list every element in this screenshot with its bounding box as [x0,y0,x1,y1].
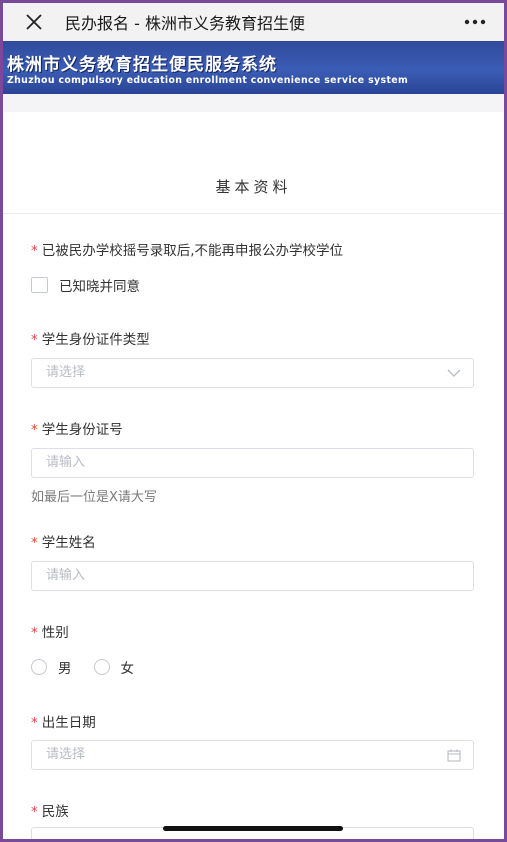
birthdate-picker[interactable]: 请选择 [31,740,474,770]
required-mark: * [31,625,38,641]
id-type-select[interactable]: 请选择 [31,358,474,388]
home-indicator [163,826,343,831]
required-mark: * [31,715,38,731]
name-placeholder: 请输入 [46,568,86,583]
notice-text: 已被民办学校摇号录取后,不能再申报公办学校学位 [41,243,344,259]
banner-gap [3,94,504,112]
more-button[interactable] [446,3,504,41]
id-type-label: * 学生身份证件类型 [31,328,150,348]
top-navbar: 民办报名 - 株洲市义务教育招生便 [3,3,504,41]
required-mark: * [31,535,38,551]
required-mark: * [31,422,38,438]
agree-checkbox-label: 已知晓并同意 [59,279,140,295]
gender-label-text: 性别 [41,625,69,641]
chevron-down-icon [447,369,461,377]
gender-male-label: 男 [58,661,72,677]
ethnicity-label-text: 民族 [41,804,69,820]
gender-label: * 性别 [31,621,69,641]
required-mark: * [31,243,38,259]
gender-radio-group: 男 女 [31,657,156,677]
id-type-placeholder: 请选择 [46,365,86,380]
birthdate-label: * 出生日期 [31,711,96,731]
calendar-icon [447,749,461,762]
name-input[interactable]: 请输入 [31,561,474,591]
agree-checkbox[interactable] [31,277,48,293]
id-number-hint: 如最后一位是X请大写 [31,490,157,505]
gender-female-radio[interactable] [93,659,110,675]
birthdate-placeholder: 请选择 [46,747,86,762]
banner-title-cn: 株洲市义务教育招生便民服务系统 [7,55,277,75]
required-mark: * [31,804,38,820]
gender-male-radio[interactable] [31,659,47,675]
system-banner: 株洲市义务教育招生便民服务系统 Zhuzhou compulsory educa… [3,41,504,94]
birthdate-label-text: 出生日期 [41,715,96,731]
phone-screen: 民办报名 - 株洲市义务教育招生便 株洲市义务教育招生便民服务系统 Zhuzho… [3,3,504,839]
close-button[interactable] [3,3,65,41]
required-mark: * [31,332,38,348]
page-title: 民办报名 - 株洲市义务教育招生便 [65,14,305,33]
agree-checkbox-row[interactable]: 已知晓并同意 [31,275,140,295]
more-icon [464,19,486,25]
close-icon [26,14,42,30]
id-number-label: * 学生身份证号 [31,418,123,438]
id-type-label-text: 学生身份证件类型 [41,332,150,348]
name-label-text: 学生姓名 [41,535,96,551]
id-number-input[interactable]: 请输入 [31,448,474,478]
id-number-label-text: 学生身份证号 [41,422,123,438]
id-number-placeholder: 请输入 [46,455,86,470]
gender-female-label: 女 [120,661,135,677]
ethnicity-label: * 民族 [31,800,69,820]
section-title: 基本资料 [215,178,292,196]
notice-label: * 已被民办学校摇号录取后,不能再申报公办学校学位 [31,239,343,259]
section-divider [3,213,504,214]
banner-title-en: Zhuzhou compulsory education enrollment … [7,75,409,86]
name-label: * 学生姓名 [31,531,96,551]
